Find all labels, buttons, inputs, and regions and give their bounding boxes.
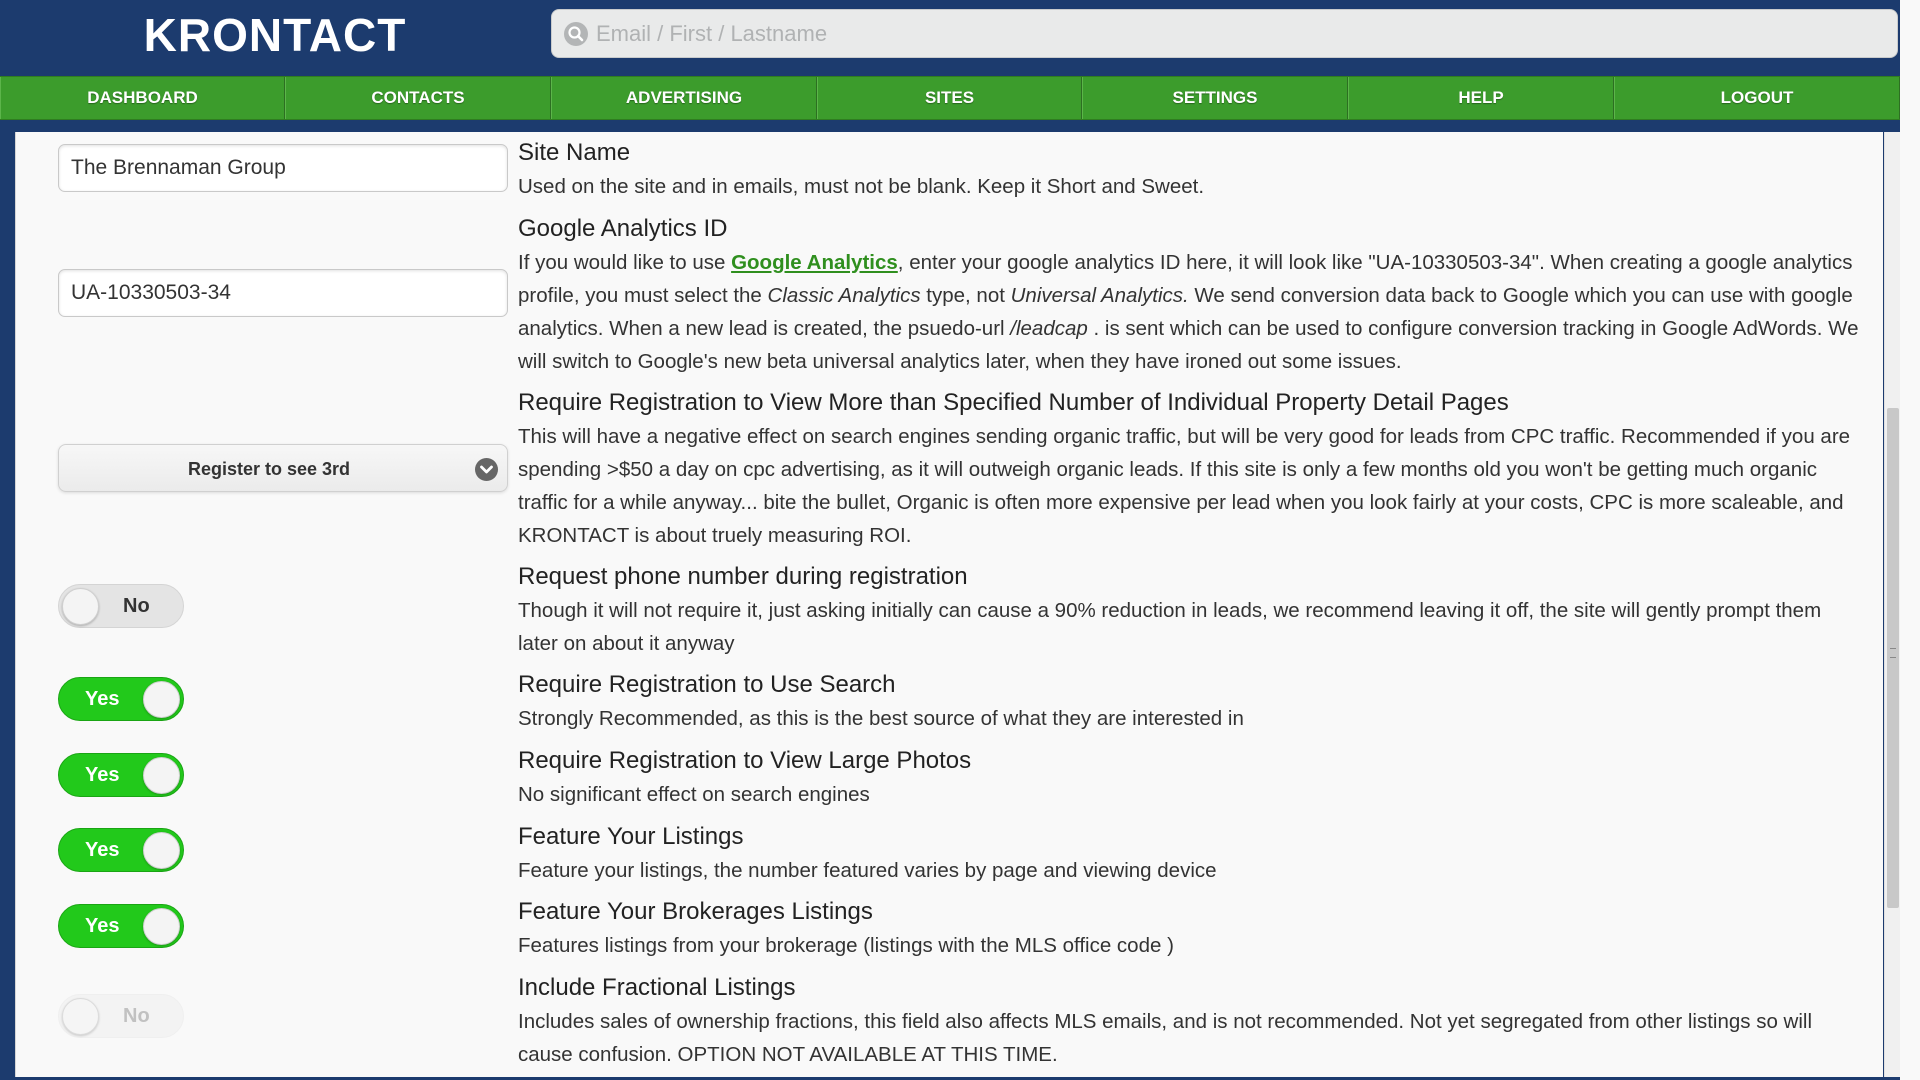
setting-title: Request phone number during registration	[518, 563, 968, 590]
require-photos-toggle[interactable]: Yes	[58, 753, 184, 797]
setting-description: This will have a negative effect on sear…	[518, 425, 1851, 547]
setting-description: No significant effect on search engines	[518, 783, 870, 806]
toggle-label: No	[123, 1005, 150, 1027]
nav-sites[interactable]: SITES	[817, 77, 1082, 119]
registration-limit-select[interactable]: Register to see 3rd	[58, 444, 508, 492]
setting-title: Require Registration to View More than S…	[518, 389, 1509, 416]
request-phone-setting: Request phone number during registration…	[518, 560, 1863, 660]
setting-title: Feature Your Brokerages Listings	[518, 898, 873, 925]
nav-contacts[interactable]: CONTACTS	[285, 77, 551, 119]
toggle-label: No	[123, 595, 150, 617]
setting-title: Feature Your Listings	[518, 823, 744, 850]
fractional-listings-setting: Include Fractional Listings Includes sal…	[518, 971, 1863, 1071]
chevron-down-icon	[475, 458, 498, 481]
feature-brokerage-toggle[interactable]: Yes	[58, 904, 184, 948]
toggle-knob	[62, 588, 99, 625]
setting-title: Site Name	[518, 139, 631, 166]
search-input[interactable]	[594, 10, 1884, 57]
feature-listings-toggle[interactable]: Yes	[58, 828, 184, 872]
desc-text: type, not	[920, 284, 1011, 307]
desc-emphasis: /leadcap	[1010, 317, 1088, 340]
nav-help[interactable]: HELP	[1348, 77, 1614, 119]
google-analytics-setting: Google Analytics ID If you would like to…	[518, 212, 1863, 378]
site-settings-panel: Site Name Used on the site and in emails…	[15, 132, 1883, 1077]
search-icon	[564, 22, 588, 46]
main-nav: DASHBOARD CONTACTS ADVERTISING SITES SET…	[0, 76, 1900, 120]
toggle-knob	[143, 757, 180, 794]
setting-description: Includes sales of ownership fractions, t…	[518, 1010, 1813, 1066]
toggle-knob	[62, 998, 99, 1035]
desc-text: If you would like to use	[518, 251, 732, 274]
nav-advertising[interactable]: ADVERTISING	[551, 77, 817, 119]
toggle-label: Yes	[85, 915, 120, 937]
scroll-grip-icon	[1890, 648, 1896, 658]
setting-title: Require Registration to View Large Photo…	[518, 747, 972, 774]
site-name-input[interactable]	[58, 144, 508, 192]
require-search-toggle[interactable]: Yes	[58, 677, 184, 721]
site-name-setting: Site Name Used on the site and in emails…	[518, 136, 1863, 203]
require-registration-detail-setting: Require Registration to View More than S…	[518, 386, 1863, 552]
feature-listings-setting: Feature Your Listings Feature your listi…	[518, 820, 1863, 887]
setting-description: Used on the site and in emails, must not…	[518, 175, 1205, 198]
desc-emphasis: Classic Analytics	[767, 284, 921, 307]
search-box[interactable]	[551, 9, 1898, 58]
toggle-knob	[143, 681, 180, 718]
toggle-label: Yes	[85, 764, 120, 786]
toggle-knob	[143, 908, 180, 945]
nav-settings[interactable]: SETTINGS	[1082, 77, 1348, 119]
toggle-knob	[143, 832, 180, 869]
require-search-setting: Require Registration to Use Search Stron…	[518, 668, 1863, 735]
toggle-label: Yes	[85, 688, 120, 710]
setting-description: Strongly Recommended, as this is the bes…	[518, 707, 1244, 730]
google-analytics-id-input[interactable]	[58, 269, 508, 317]
vertical-scrollbar[interactable]	[1884, 132, 1900, 1077]
scrollbar-thumb[interactable]	[1887, 408, 1899, 908]
setting-title: Google Analytics ID	[518, 215, 728, 242]
setting-description: Features listings from your brokerage (l…	[518, 934, 1174, 957]
app-logo[interactable]: KRONTACT	[0, 0, 550, 76]
setting-title: Require Registration to Use Search	[518, 671, 896, 698]
require-photos-setting: Require Registration to View Large Photo…	[518, 744, 1863, 811]
nav-logout[interactable]: LOGOUT	[1614, 77, 1900, 119]
feature-brokerage-setting: Feature Your Brokerages Listings Feature…	[518, 895, 1863, 962]
fractional-listings-toggle: No	[58, 994, 184, 1038]
nav-dashboard[interactable]: DASHBOARD	[0, 77, 285, 119]
setting-description: Though it will not require it, just aski…	[518, 599, 1822, 655]
setting-description: Feature your listings, the number featur…	[518, 859, 1217, 882]
setting-title: Include Fractional Listings	[518, 974, 796, 1001]
setting-description: If you would like to use Google Analytic…	[518, 246, 1863, 378]
toggle-label: Yes	[85, 839, 120, 861]
select-value: Register to see 3rd	[187, 459, 351, 479]
request-phone-toggle[interactable]: No	[58, 584, 184, 628]
window-edge	[1900, 0, 1920, 1080]
app-header: KRONTACT	[0, 0, 1900, 76]
desc-emphasis: Universal Analytics.	[1010, 284, 1189, 307]
google-analytics-link[interactable]: Google Analytics	[731, 251, 898, 274]
